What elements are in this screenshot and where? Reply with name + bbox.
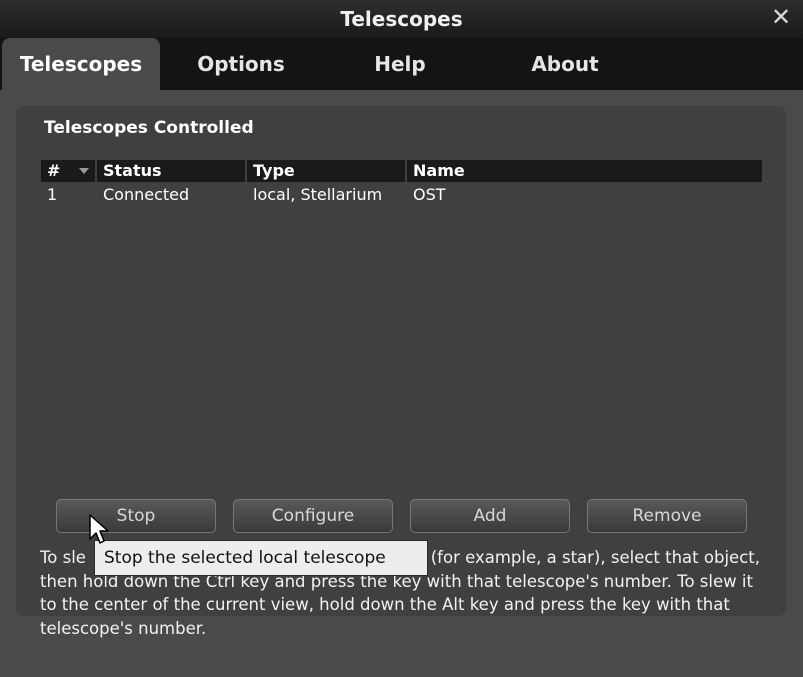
- cell-status: Connected: [103, 185, 190, 204]
- tab-bar: Telescopes Options Help About: [0, 38, 803, 90]
- tab-telescopes[interactable]: Telescopes: [2, 38, 160, 90]
- table-header: # Status Type Name: [41, 160, 762, 182]
- table-row[interactable]: 1 Connected local, Stellarium OST: [41, 184, 762, 206]
- title-bar[interactable]: Telescopes ✕: [0, 0, 803, 38]
- tab-options[interactable]: Options: [166, 38, 316, 90]
- add-button[interactable]: Add: [410, 499, 570, 533]
- column-header-number-label: #: [47, 161, 61, 180]
- configure-button[interactable]: Configure: [233, 499, 393, 533]
- stop-button[interactable]: Stop: [56, 499, 216, 533]
- column-header-type[interactable]: Type: [247, 160, 407, 182]
- column-header-name[interactable]: Name: [407, 160, 762, 182]
- cell-type: local, Stellarium: [253, 185, 383, 204]
- window-title: Telescopes: [340, 7, 463, 31]
- close-icon[interactable]: ✕: [769, 5, 793, 29]
- stop-tooltip: Stop the selected local telescope: [94, 540, 428, 576]
- telescopes-table[interactable]: # Status Type Name 1 Connected local, St…: [41, 160, 762, 486]
- cursor-icon: [89, 514, 109, 544]
- help-text-start: To sle: [40, 548, 86, 567]
- cell-name: OST: [413, 185, 446, 204]
- sort-icon: [79, 168, 89, 174]
- column-header-status[interactable]: Status: [97, 160, 247, 182]
- telescopes-window: Telescopes ✕ Telescopes Options Help Abo…: [0, 0, 803, 677]
- tab-help[interactable]: Help: [330, 38, 470, 90]
- cell-number: 1: [47, 185, 58, 204]
- tab-about[interactable]: About: [490, 38, 640, 90]
- column-header-number[interactable]: #: [41, 160, 97, 182]
- remove-button[interactable]: Remove: [587, 499, 747, 533]
- section-title: Telescopes Controlled: [44, 118, 254, 138]
